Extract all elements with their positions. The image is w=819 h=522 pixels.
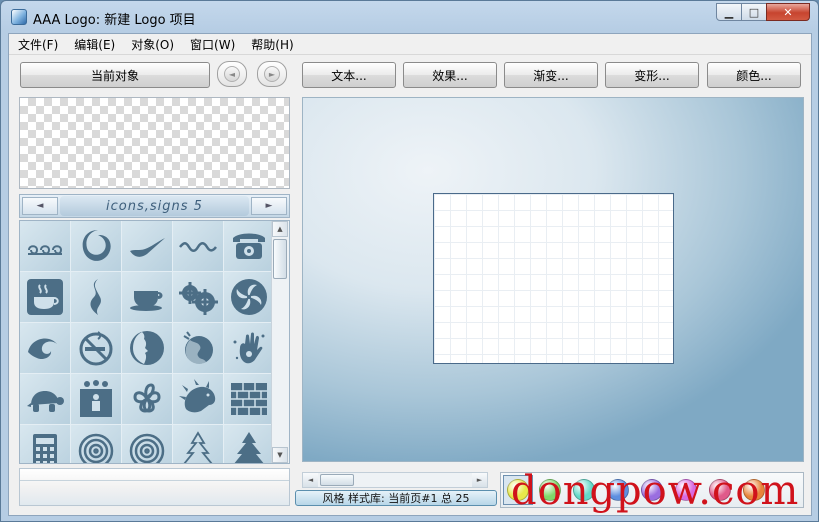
gradient-button[interactable]: 渐变...	[504, 62, 598, 88]
effects-button[interactable]: 效果...	[403, 62, 497, 88]
prev-object-button[interactable]: ◄	[217, 61, 247, 87]
people-sign-icon	[80, 380, 112, 417]
spiral-icon	[78, 433, 114, 463]
brick-wall-icon	[231, 383, 267, 415]
library-cell[interactable]	[224, 425, 274, 463]
app-logo-icon	[11, 9, 27, 25]
spiral-icon-2	[129, 433, 165, 463]
wave-icon	[179, 242, 217, 252]
library-cell[interactable]	[20, 272, 70, 322]
app-window: AAA Logo: 新建 Logo 项目 ▁ □ ✕ 文件(F) 编辑(E) 对…	[0, 0, 819, 522]
library-cell[interactable]	[224, 221, 274, 271]
library-title: icons,signs 5	[60, 196, 249, 216]
menu-edit[interactable]: 编辑(E)	[65, 34, 122, 54]
client-area: 文件(F) 编辑(E) 对象(O) 窗口(W) 帮助(H) 当前对象 ◄ ► 文…	[8, 33, 812, 516]
pinwheel-icon	[231, 279, 267, 315]
menu-help[interactable]: 帮助(H)	[242, 34, 300, 54]
minimize-button[interactable]: ▁	[716, 3, 742, 21]
window-title: AAA Logo: 新建 Logo 项目	[33, 13, 196, 28]
library-cell[interactable]	[20, 221, 70, 271]
divider	[20, 480, 289, 481]
swirls-icon	[28, 245, 63, 255]
menu-file[interactable]: 文件(F)	[9, 34, 65, 54]
library-cell[interactable]	[122, 221, 172, 271]
library-cell[interactable]	[122, 374, 172, 424]
library-cell[interactable]	[122, 425, 172, 463]
library-vertical-scrollbar[interactable]: ▲ ▼	[271, 221, 289, 463]
next-object-button[interactable]: ►	[257, 61, 287, 87]
scroll-up-icon[interactable]: ▲	[272, 221, 288, 237]
transform-button[interactable]: 变形...	[605, 62, 699, 88]
library-cell[interactable]	[20, 374, 70, 424]
library-prev-button[interactable]: ◄	[22, 197, 58, 215]
library-cell[interactable]	[71, 323, 121, 373]
telephone-icon	[233, 233, 265, 259]
face-profile-circle-icon	[130, 331, 164, 365]
menu-object[interactable]: 对象(O)	[122, 34, 181, 54]
scroll-thumb[interactable]	[320, 474, 354, 486]
scroll-thumb[interactable]	[273, 239, 287, 279]
hedgehog-icon	[179, 379, 216, 413]
coffee-cup-steam-icon	[27, 279, 63, 315]
library-cell[interactable]	[71, 374, 121, 424]
maximize-button[interactable]: □	[741, 3, 767, 21]
current-object-button[interactable]: 当前对象	[20, 62, 210, 88]
text-button[interactable]: 文本...	[302, 62, 396, 88]
handprint-icon	[233, 332, 265, 364]
library-cell[interactable]	[122, 272, 172, 322]
wave-curl-icon	[28, 338, 57, 360]
close-button[interactable]: ✕	[766, 3, 810, 21]
library-cell[interactable]	[173, 374, 223, 424]
object-info-bar	[19, 468, 290, 506]
library-cell[interactable]	[71, 221, 121, 271]
s-curve-icon	[90, 279, 101, 315]
turtle-icon	[27, 391, 64, 412]
style-library-status: 风格 样式库: 当前页#1 总 25	[295, 490, 497, 506]
library-nav: ◄ icons,signs 5 ►	[19, 194, 290, 218]
library-cell[interactable]	[173, 221, 223, 271]
library-cell[interactable]	[173, 323, 223, 373]
scroll-right-icon[interactable]: ►	[472, 473, 487, 487]
cup-saucer-icon	[130, 291, 163, 311]
icon-library-panel: ▲ ▼	[19, 220, 290, 464]
styles-horizontal-scrollbar[interactable]: ◄ ►	[302, 472, 488, 488]
menu-window[interactable]: 窗口(W)	[181, 34, 242, 54]
left-arrow-icon: ◄	[224, 66, 240, 82]
swoosh-ring-icon	[82, 230, 111, 261]
design-workspace	[302, 97, 804, 462]
title-bar[interactable]: AAA Logo: 新建 Logo 项目 ▁ □ ✕	[1, 1, 818, 33]
color-button[interactable]: 颜色...	[707, 62, 801, 88]
library-cell[interactable]	[122, 323, 172, 373]
library-cell[interactable]	[224, 374, 274, 424]
library-cell[interactable]	[71, 272, 121, 322]
watermark-text: dongpow.com	[511, 468, 800, 514]
library-next-button[interactable]: ►	[251, 197, 287, 215]
scroll-left-icon[interactable]: ◄	[303, 473, 318, 487]
window-controls: ▁ □ ✕	[716, 3, 810, 21]
logo-canvas[interactable]	[433, 193, 674, 364]
christmas-tree-icon	[234, 432, 264, 463]
library-cell[interactable]	[20, 425, 70, 463]
library-cell[interactable]	[173, 425, 223, 463]
no-smoking-icon	[79, 331, 113, 366]
library-cell[interactable]	[20, 323, 70, 373]
library-cell[interactable]	[173, 272, 223, 322]
scroll-down-icon[interactable]: ▼	[272, 447, 288, 463]
library-cell[interactable]	[224, 272, 274, 322]
right-arrow-icon: ►	[264, 66, 280, 82]
icon-grid	[20, 221, 274, 463]
menu-bar: 文件(F) 编辑(E) 对象(O) 窗口(W) 帮助(H)	[9, 34, 811, 55]
christmas-tree-outline-icon	[183, 431, 213, 463]
checkmark-swoosh-icon	[130, 238, 165, 257]
library-cell[interactable]	[224, 323, 274, 373]
globe-icon	[183, 331, 213, 365]
object-preview	[19, 97, 290, 189]
gears-icon	[179, 282, 218, 315]
clover-flower-icon	[133, 383, 161, 413]
library-cell[interactable]	[71, 425, 121, 463]
calculator-icon	[33, 434, 57, 463]
